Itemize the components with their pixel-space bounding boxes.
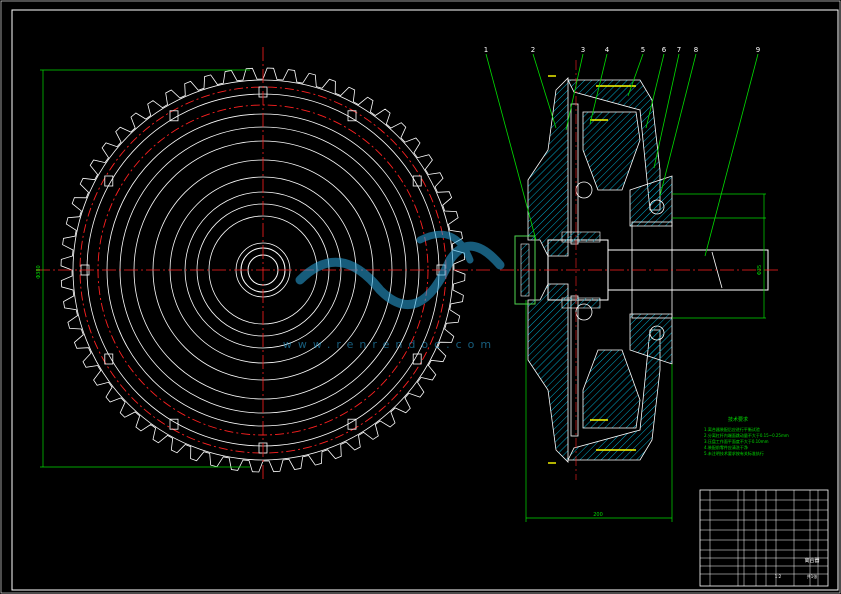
watermark-url: www.renrendoc.com <box>283 338 497 351</box>
part-number-label: 8 <box>694 46 698 54</box>
bolt-marker <box>347 110 357 122</box>
release-sleeve-top <box>629 175 673 227</box>
flywheel-section-bottom <box>527 283 569 463</box>
part-number-label: 7 <box>677 46 681 54</box>
bolt-marker <box>169 110 179 122</box>
front-view-flywheel: Φ380 <box>36 47 490 480</box>
pressure-plate-top <box>582 111 641 191</box>
part-number-label: 3 <box>581 46 585 54</box>
title-block-border <box>699 489 829 587</box>
leader-line <box>645 53 665 129</box>
note-line: 4.装配前零件应清洗干净 <box>704 444 748 450</box>
flywheel-section-top <box>527 77 569 257</box>
friction-disc-bottom <box>570 295 579 437</box>
leader-line <box>704 53 759 257</box>
leader-line <box>532 53 557 129</box>
notes-title: 技术要求 <box>728 416 748 423</box>
dim-shaft-text: Φ35 <box>757 265 763 275</box>
part-number-label: 6 <box>662 46 667 54</box>
drawing-sheet: 共1张 <box>807 573 818 579</box>
part-number-label: 4 <box>605 46 610 54</box>
drawing-name: 离合器 <box>804 557 819 564</box>
drawing-scale: 1:2 <box>775 574 782 579</box>
hub-hatched-bottom <box>561 297 601 309</box>
part-number-label: 5 <box>641 46 645 54</box>
title-block-grid <box>700 490 828 586</box>
note-line: 5.未注明技术要求按有关标准执行 <box>704 450 764 456</box>
pressure-plate-bottom <box>582 349 641 429</box>
part-number-label: 2 <box>531 46 535 54</box>
friction-disc-top <box>570 103 579 245</box>
note-line: 2.分离杠杆内端面跳动量不大于0.15~0.25mm <box>704 432 789 438</box>
cad-drawing-canvas: Φ380 Φ35 200 1 2 3 4 5 6 7 8 9 技术要求 1.离合… <box>0 0 841 594</box>
dim-bottom-text: 200 <box>593 512 603 518</box>
leader-line <box>485 53 537 241</box>
bolt-marker <box>347 418 357 430</box>
part-number-label: 9 <box>756 46 760 54</box>
damper-spring-top <box>575 181 593 199</box>
leader-line <box>653 53 680 169</box>
technical-notes: 技术要求 1.离合器装配后应进行平衡试验 2.分离杠杆内端面跳动量不大于0.15… <box>704 416 789 456</box>
leader-line <box>659 53 697 197</box>
release-sleeve-bottom <box>629 313 673 365</box>
part-number-label: 1 <box>484 46 488 54</box>
dim-height-text: Φ380 <box>36 265 42 278</box>
hub-hatched-top <box>561 231 601 243</box>
note-line: 3.压盘工作面平面度不大于0.10mm <box>704 438 769 444</box>
bolt-marker <box>169 418 179 430</box>
note-line: 1.离合器装配后应进行平衡试验 <box>704 426 760 432</box>
title-block: 离合器 1:2 共1张 <box>699 489 829 587</box>
